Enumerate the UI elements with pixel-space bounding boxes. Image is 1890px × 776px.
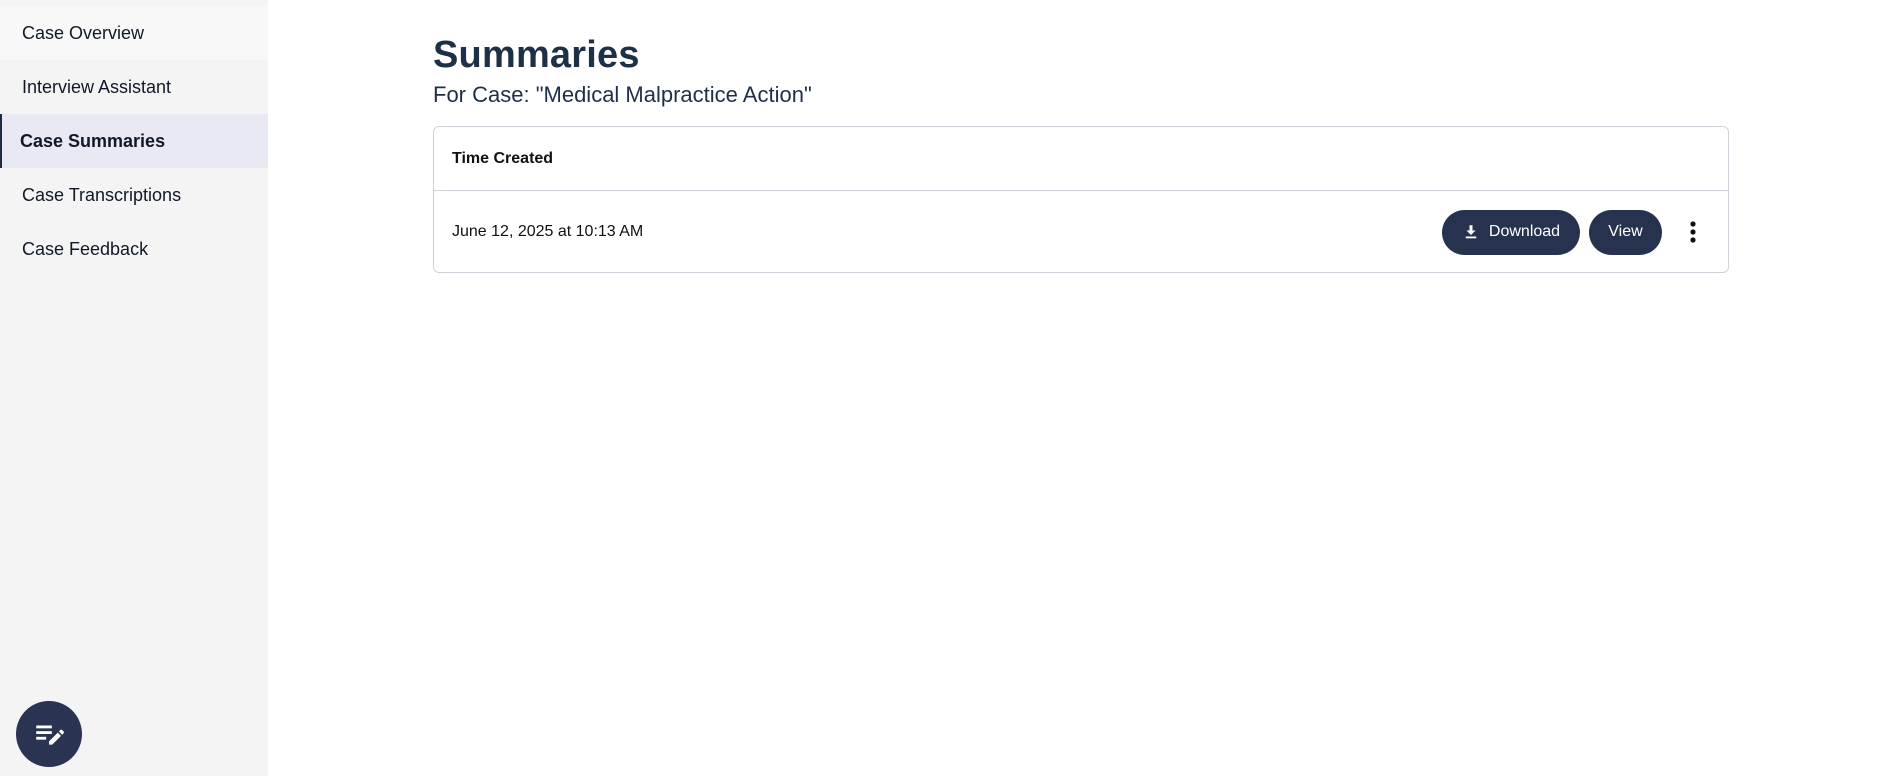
- table-row: June 12, 2025 at 10:13 AM Download View: [434, 191, 1728, 273]
- edit-note-icon: [36, 725, 65, 745]
- more-options-button[interactable]: [1676, 210, 1710, 255]
- sidebar-item-case-overview[interactable]: Case Overview: [0, 6, 268, 60]
- table-header: Time Created: [434, 127, 1728, 191]
- page-title: Summaries: [433, 34, 640, 76]
- page-subtitle: For Case: "Medical Malpractice Action": [433, 82, 812, 107]
- sidebar-item-label: Case Transcriptions: [22, 184, 182, 205]
- column-header-time-created: Time Created: [452, 149, 554, 167]
- download-button[interactable]: Download: [1442, 209, 1580, 255]
- download-icon: [1465, 225, 1477, 239]
- summaries-table: Time Created June 12, 2025 at 10:13 AM D…: [433, 126, 1729, 273]
- more-vertical-icon: [1690, 221, 1696, 243]
- sidebar: Case Overview Interview Assistant Case S…: [0, 0, 268, 776]
- app-root: Case Overview Interview Assistant Case S…: [0, 0, 1890, 776]
- sidebar-item-label: Case Feedback: [22, 238, 149, 259]
- sidebar-item-label: Interview Assistant: [22, 76, 172, 97]
- download-button-label: Download: [1488, 223, 1561, 240]
- main-content: Summaries For Case: "Medical Malpractice…: [268, 0, 1890, 776]
- sidebar-item-case-feedback[interactable]: Case Feedback: [0, 222, 268, 276]
- sidebar-item-case-transcriptions[interactable]: Case Transcriptions: [0, 168, 268, 222]
- view-button[interactable]: View: [1589, 209, 1662, 255]
- sidebar-item-case-summaries[interactable]: Case Summaries: [0, 114, 268, 168]
- sidebar-item-interview-assistant[interactable]: Interview Assistant: [0, 60, 268, 114]
- time-created-cell: June 12, 2025 at 10:13 AM: [452, 223, 644, 240]
- view-button-label: View: [1608, 223, 1643, 240]
- sidebar-item-label: Case Overview: [22, 22, 145, 43]
- edit-note-button[interactable]: [16, 701, 82, 767]
- sidebar-item-label: Case Summaries: [20, 130, 166, 151]
